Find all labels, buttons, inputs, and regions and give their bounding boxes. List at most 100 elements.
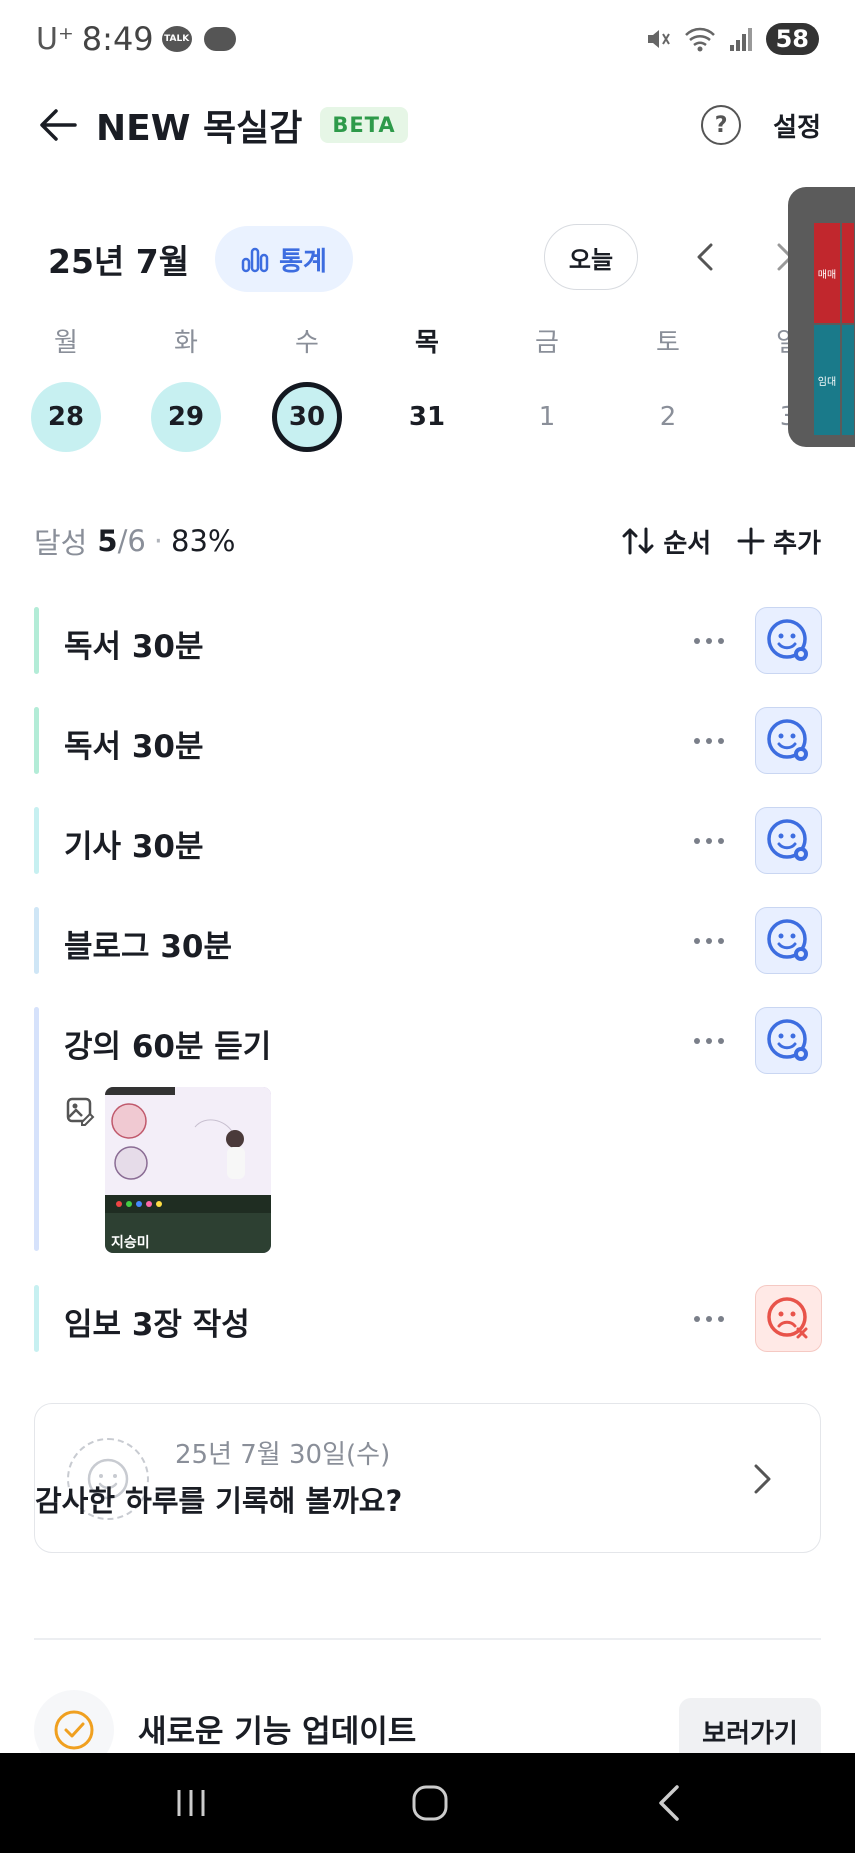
achievement-row: 달성 5 /6 · 83% 순서 추가 <box>0 516 855 566</box>
more-icon <box>694 838 724 844</box>
day-2[interactable]: 2 <box>633 382 703 452</box>
stats-label: 통계 <box>279 246 327 277</box>
update-title: 새로운 기능 업데이트 <box>138 1714 417 1750</box>
settings-button[interactable]: 설정 <box>773 107 821 144</box>
task-status-button[interactable] <box>755 1285 822 1352</box>
task-status-button[interactable] <box>755 907 822 974</box>
task-item[interactable]: 임보 3장 작성 <box>34 1285 822 1352</box>
smile-face-icon <box>766 718 808 761</box>
floating-overlay-window[interactable]: 매매 임대 <box>788 187 855 447</box>
lecture-photo-image: 지승미 <box>105 1087 271 1253</box>
more-options-button[interactable] <box>684 1299 734 1339</box>
smile-face-icon <box>766 918 808 961</box>
task-item[interactable]: 블로그 30분 <box>34 907 822 974</box>
sort-button[interactable]: 순서 <box>621 523 711 560</box>
day-28[interactable]: 28 <box>31 382 101 452</box>
overlay-cell-lease: 임대 <box>814 325 840 435</box>
task-name: 독서 30분 <box>64 629 204 665</box>
more-icon <box>694 1316 724 1322</box>
month-row: 25년 7월 통계 오늘 <box>0 224 855 294</box>
month-label: 25년 7월 <box>48 242 190 281</box>
more-options-button[interactable] <box>684 721 734 761</box>
task-name: 독서 30분 <box>64 729 204 765</box>
overlay-cell-sale: 매매 <box>814 223 840 323</box>
status-bar: U⁺ 8:49 TALK 58 <box>0 0 855 78</box>
task-color-bar <box>34 907 39 974</box>
more-options-button[interactable] <box>684 1021 734 1061</box>
question-mark-icon: ? <box>714 112 728 138</box>
back-nav-button[interactable] <box>645 1781 695 1825</box>
task-item[interactable]: 기사 30분 <box>34 807 822 874</box>
weekday-thu: 목 <box>415 328 439 358</box>
more-icon <box>694 938 724 944</box>
achievement-label: 달성 <box>34 526 88 560</box>
gratitude-date: 25년 7월 30일(수) <box>175 1440 391 1470</box>
task-color-bar <box>34 707 39 774</box>
carrier-label: U⁺ <box>36 21 74 57</box>
task-item[interactable]: 독서 30분 <box>34 607 822 674</box>
page-title: NEW 목실감 <box>96 108 303 149</box>
overlay-cell-teal <box>842 325 854 435</box>
gratitude-card[interactable]: 25년 7월 30일(수) 감사한 하루를 기록해 볼까요? <box>34 1403 821 1553</box>
section-divider <box>34 1638 821 1640</box>
photo-attach-icon[interactable] <box>66 1097 96 1127</box>
achievement-done: 5 <box>97 524 118 558</box>
prev-week-button[interactable] <box>680 232 730 282</box>
more-icon <box>694 1038 724 1044</box>
achievement-percent: 83% <box>171 524 236 558</box>
sad-face-icon <box>766 1296 807 1338</box>
back-button[interactable] <box>34 101 82 149</box>
task-name: 임보 3장 작성 <box>64 1307 250 1343</box>
today-button[interactable]: 오늘 <box>544 224 638 290</box>
task-item[interactable]: 독서 30분 <box>34 707 822 774</box>
more-options-button[interactable] <box>684 921 734 961</box>
status-left: U⁺ 8:49 TALK <box>36 20 236 58</box>
lecture-photo-thumbnail[interactable]: 지승미 <box>105 1087 271 1253</box>
photo-caption: 지승미 <box>111 1235 150 1251</box>
talk-notification-icon: TALK <box>161 26 192 52</box>
more-options-button[interactable] <box>684 821 734 861</box>
more-icon <box>694 738 724 744</box>
overlay-cell-red <box>842 223 854 323</box>
gratitude-prompt: 감사한 하루를 기록해 볼까요? <box>35 1484 403 1518</box>
weekday-mon: 월 <box>54 328 78 358</box>
task-status-button[interactable] <box>755 1007 822 1074</box>
more-options-button[interactable] <box>684 621 734 661</box>
day-29[interactable]: 29 <box>151 382 221 452</box>
status-right: 58 <box>644 23 819 55</box>
arrow-left-icon <box>40 109 77 141</box>
weekday-wed: 수 <box>295 328 319 358</box>
stats-button[interactable]: 통계 <box>215 226 353 292</box>
day-1[interactable]: 1 <box>512 382 582 452</box>
week-days: 28 29 30 31 1 2 3 <box>0 382 855 452</box>
bar-chart-icon <box>241 247 269 273</box>
task-status-button[interactable] <box>755 607 822 674</box>
day-30-selected[interactable]: 30 <box>272 382 342 452</box>
add-button[interactable]: 추가 <box>737 523 821 560</box>
smile-face-icon <box>766 1018 808 1061</box>
sort-label: 순서 <box>663 528 712 559</box>
task-color-bar <box>34 1007 39 1251</box>
chevron-right-icon <box>754 1464 771 1494</box>
separator-dot: · <box>153 524 164 558</box>
day-31[interactable]: 31 <box>392 382 462 452</box>
back-nav-icon <box>659 1785 679 1821</box>
recent-apps-button[interactable] <box>166 1781 216 1825</box>
task-name: 기사 30분 <box>64 829 204 865</box>
task-item[interactable]: 강의 60분 듣기 지승미 <box>34 1007 822 1253</box>
weekday-tue: 화 <box>174 328 198 358</box>
plus-icon <box>737 527 765 555</box>
task-color-bar <box>34 607 39 674</box>
app-header: NEW 목실감 BETA ? 설정 <box>0 90 855 160</box>
task-name: 강의 60분 듣기 <box>64 1029 272 1065</box>
battery-indicator: 58 <box>765 23 819 55</box>
add-label: 추가 <box>773 528 821 559</box>
smile-face-icon <box>766 818 808 861</box>
cloud-notification-icon <box>203 27 236 51</box>
task-status-button[interactable] <box>755 807 822 874</box>
home-button[interactable] <box>405 1781 455 1825</box>
mute-icon <box>647 30 670 48</box>
task-color-bar <box>34 807 39 874</box>
task-status-button[interactable] <box>755 707 822 774</box>
help-button[interactable]: ? <box>701 105 742 145</box>
